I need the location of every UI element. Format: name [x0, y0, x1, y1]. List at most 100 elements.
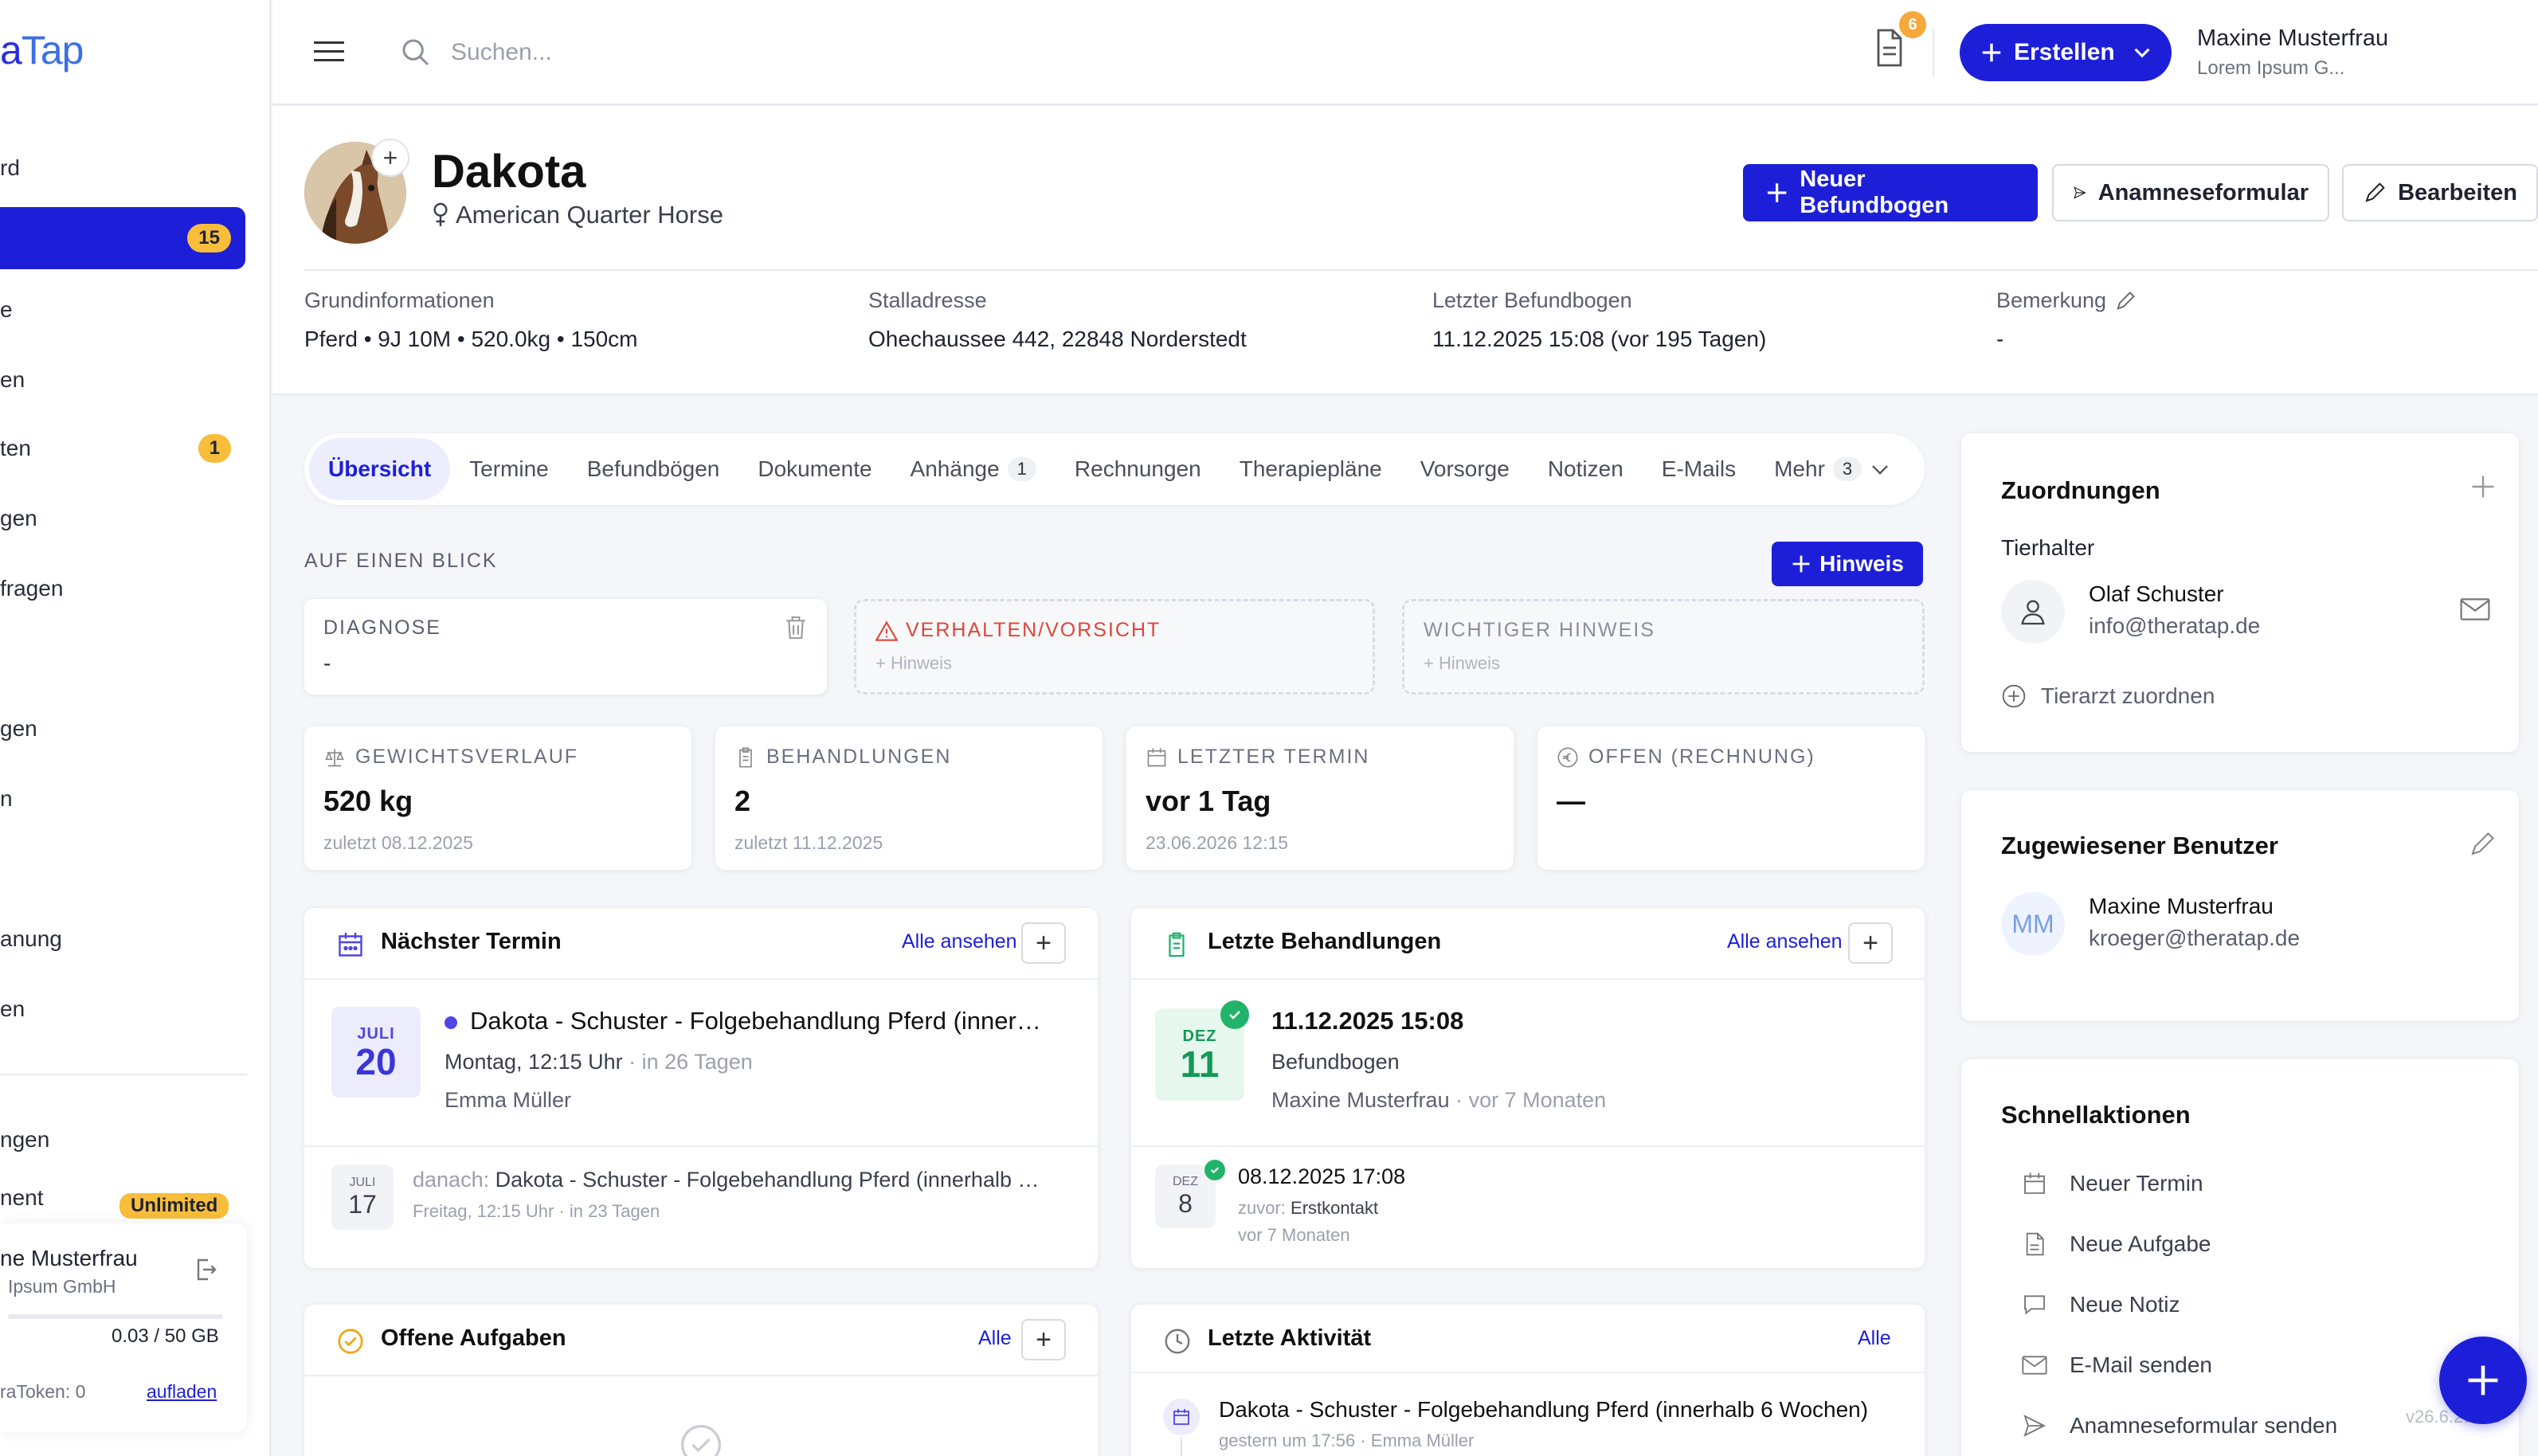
sidebar-item-label: gen [0, 506, 37, 530]
important-note-title: WICHTIGER HINWEIS [1424, 619, 1655, 641]
check-circle-icon [336, 1327, 365, 1356]
patient-header: + Dakota American Quarter Horse Neuer Be… [272, 107, 2538, 395]
pencil-icon[interactable] [2468, 830, 2497, 859]
add-appointment-button[interactable]: + [1021, 922, 1066, 964]
trash-icon[interactable] [784, 615, 808, 640]
activity-title[interactable]: Dakota - Schuster - Folgebehandlung Pfer… [1219, 1397, 1868, 1423]
sidebar-item-4[interactable]: en [0, 349, 245, 411]
behavior-card[interactable]: VERHALTEN/VORSICHT + Hinweis [854, 599, 1375, 695]
clock-icon [1163, 1327, 1192, 1356]
sidebar-user-org: Ipsum GmbH [8, 1276, 116, 1297]
owner-label: Tierhalter [2001, 535, 2095, 560]
tab-label: Übersicht [328, 456, 432, 481]
mail-icon[interactable] [2460, 597, 2490, 621]
tab-count-badge: 3 [1832, 457, 1862, 481]
date-chip-day: 8 [1178, 1188, 1193, 1218]
sidebar-item-11[interactable]: en [0, 978, 245, 1040]
topbar-user-name[interactable]: Maxine Musterfrau [2197, 25, 2388, 52]
panel-title: Letzte Aktivität [1208, 1325, 1372, 1351]
stat-title: BEHANDLUNGEN [734, 746, 1083, 769]
sidebar-item-3[interactable]: e [0, 279, 245, 341]
menu-icon[interactable] [314, 40, 346, 64]
stat-value: 2 [734, 785, 751, 817]
tab-appointments[interactable]: Termine [450, 438, 568, 500]
quick-action-send-email[interactable]: E-Mail senden [2022, 1352, 2212, 1378]
important-note-add-hint[interactable]: + Hinweis [1424, 653, 1903, 674]
logout-icon[interactable] [191, 1255, 220, 1284]
add-hint-button[interactable]: Hinweis [1772, 542, 1923, 586]
anamnesis-button[interactable]: Anamneseformular [2052, 164, 2329, 221]
diagnosis-card[interactable]: DIAGNOSE - [304, 599, 827, 695]
add-photo-button[interactable]: + [371, 139, 409, 177]
assign-vet-link[interactable]: Tierarzt zuordnen [2001, 683, 2215, 709]
sidebar-item-9[interactable]: n [0, 768, 245, 830]
sidebar-item-label: nent [0, 1185, 44, 1210]
tab-invoices[interactable]: Rechnungen [1056, 438, 1220, 500]
view-all-link[interactable]: Alle ansehen [1727, 930, 1843, 953]
document-icon[interactable] [1874, 29, 1905, 67]
assigned-user-name[interactable]: Maxine Musterfrau [2089, 894, 2274, 919]
appointment-title[interactable]: Dakota - Schuster - Folgebehandlung Pfer… [470, 1007, 1075, 1035]
add-treatment-button[interactable]: + [1848, 922, 1893, 964]
sidebar-item-7[interactable]: fragen [0, 558, 245, 620]
stat-card-last-appointment[interactable]: LETZTER TERMIN vor 1 Tag 23.06.2026 12:1… [1126, 726, 1514, 870]
sidebar-item-10[interactable]: anung [0, 908, 245, 970]
tab-prevention[interactable]: Vorsorge [1401, 438, 1529, 500]
quick-action-new-task[interactable]: Neue Aufgabe [2022, 1231, 2211, 1257]
stat-card-open-invoice[interactable]: OFFEN (RECHNUNG) — [1537, 726, 1925, 870]
sidebar-item-label: fragen [0, 576, 64, 601]
edit-button[interactable]: Bearbeiten [2342, 164, 2538, 221]
create-button[interactable]: Erstellen [1960, 24, 2172, 81]
prev-treatment-datetime[interactable]: 08.12.2025 17:08 [1238, 1164, 1405, 1189]
floating-add-button[interactable] [2439, 1337, 2527, 1424]
clipboard-icon [1163, 930, 1190, 959]
sidebar-item-8[interactable]: gen [0, 698, 245, 760]
assigned-user-title: Zugewiesener Benutzer [2001, 832, 2278, 859]
view-all-link[interactable]: Alle [1858, 1327, 1891, 1350]
tab-therapy-plans[interactable]: Therapiepläne [1220, 438, 1401, 500]
app-logo[interactable]: aTap [0, 27, 84, 73]
tab-reports[interactable]: Befundbögen [568, 438, 739, 500]
quick-action-new-appointment[interactable]: Neuer Termin [2022, 1171, 2203, 1196]
last-treatments-panel: Letzte Behandlungen Alle ansehen + DEZ 1… [1131, 908, 1925, 1268]
owner-name[interactable]: Olaf Schuster [2089, 581, 2224, 607]
important-note-card[interactable]: WICHTIGER HINWEIS + Hinweis [1402, 599, 1925, 695]
date-chip: JULI 20 [331, 1007, 421, 1098]
sidebar-item-active[interactable]: 15 [0, 207, 245, 269]
stat-card-treatments[interactable]: BEHANDLUNGEN 2 zuletzt 11.12.2025 [715, 726, 1103, 870]
sidebar-item-12[interactable]: ngen [0, 1109, 245, 1171]
tab-emails[interactable]: E-Mails [1643, 438, 1755, 500]
sidebar-item-6[interactable]: gen [0, 487, 245, 550]
sidebar-item-1[interactable]: rd [0, 137, 245, 199]
pencil-icon[interactable] [2114, 290, 2137, 312]
recharge-link[interactable]: aufladen [147, 1381, 217, 1403]
sidebar-divider [0, 1074, 247, 1075]
quick-action-send-anamnesis[interactable]: Anamneseformular senden [2022, 1413, 2337, 1438]
view-all-link[interactable]: Alle [978, 1327, 1012, 1350]
appointment-time-text: Montag, 12:15 Uhr [445, 1050, 623, 1074]
following-appointment[interactable]: danach: Dakota - Schuster - Folgebehandl… [413, 1168, 1074, 1192]
search-input[interactable] [451, 32, 929, 73]
tab-notes[interactable]: Notizen [1529, 438, 1643, 500]
tab-more[interactable]: Mehr 3 [1755, 438, 1898, 500]
treatment-datetime[interactable]: 11.12.2025 15:08 [1271, 1007, 1463, 1035]
quick-action-new-note[interactable]: Neue Notiz [2022, 1292, 2180, 1317]
sidebar-item-label: gen [0, 716, 37, 741]
sidebar-item-5[interactable]: ten 1 [0, 417, 245, 479]
sidebar: aTap rd 15 e en ten 1 gen fragen gen n an… [0, 0, 271, 1456]
header-divider [304, 269, 2538, 271]
tab-overview[interactable]: Übersicht [309, 438, 451, 500]
new-report-button[interactable]: Neuer Befundbogen [1743, 164, 2038, 221]
basic-info-label: Grundinformationen [304, 288, 495, 312]
add-task-button[interactable]: + [1021, 1319, 1066, 1360]
stat-title: GEWICHTSVERLAUF [323, 746, 672, 769]
view-all-link[interactable]: Alle ansehen [902, 930, 1017, 953]
tab-attachments[interactable]: Anhänge 1 [891, 438, 1056, 500]
behavior-add-hint[interactable]: + Hinweis [875, 653, 1353, 674]
tab-documents[interactable]: Dokumente [738, 438, 891, 500]
plus-icon[interactable] [2471, 475, 2495, 499]
patient-name: Dakota [432, 146, 586, 198]
token-count: raToken: 0 [0, 1381, 86, 1402]
stat-card-weight[interactable]: GEWICHTSVERLAUF 520 kg zuletzt 08.12.202… [304, 726, 691, 870]
stat-sub: 23.06.2026 12:15 [1146, 832, 1289, 853]
